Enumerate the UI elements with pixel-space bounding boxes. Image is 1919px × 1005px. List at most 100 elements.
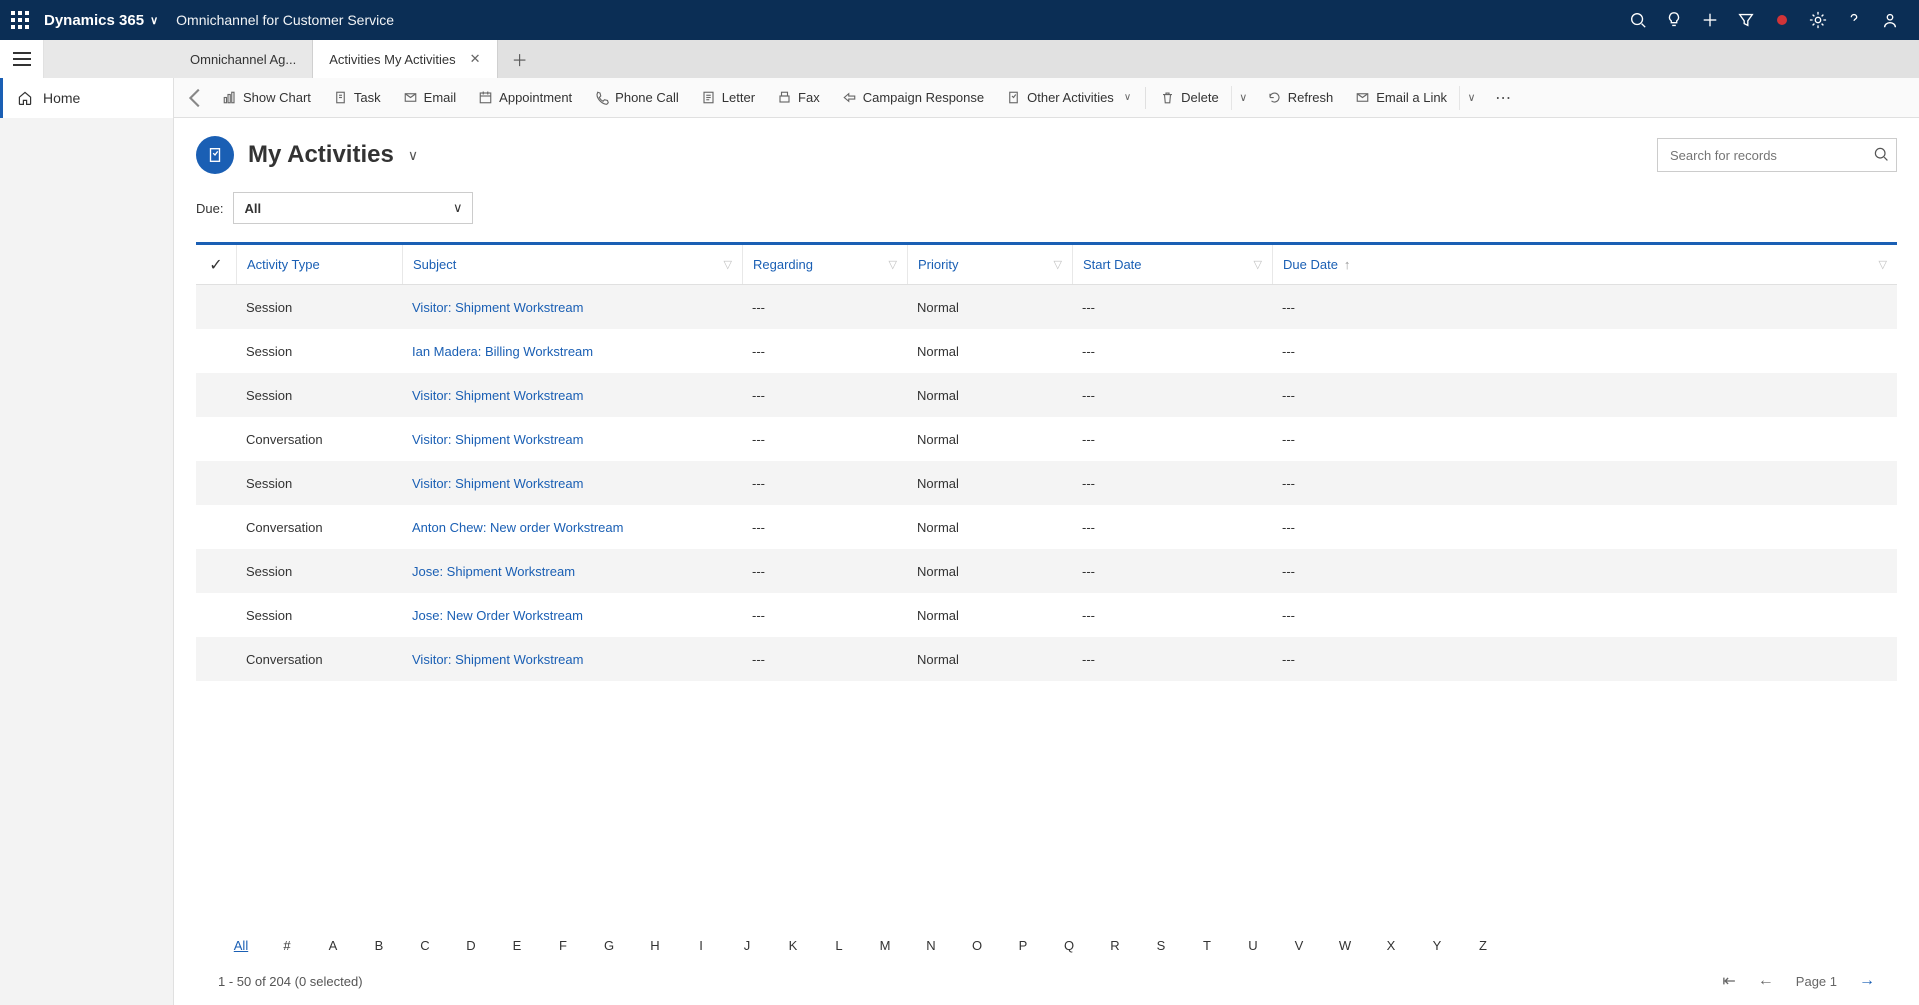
alpha-filter-e[interactable]: E xyxy=(494,938,540,953)
alpha-filter-s[interactable]: S xyxy=(1138,938,1184,953)
view-selector-chevron-icon[interactable]: ∨ xyxy=(408,147,418,164)
alpha-filter-t[interactable]: T xyxy=(1184,938,1230,953)
other-activities-button[interactable]: Other Activities∨ xyxy=(996,82,1141,114)
tab-activities[interactable]: Activities My Activities ✕ xyxy=(313,40,497,78)
email-button[interactable]: Email xyxy=(393,82,467,114)
alpha-filter-c[interactable]: C xyxy=(402,938,448,953)
filter-icon[interactable]: ▽ xyxy=(889,258,897,271)
alpha-filter-l[interactable]: L xyxy=(816,938,862,953)
subject-link[interactable]: Visitor: Shipment Workstream xyxy=(412,652,583,667)
search-icon[interactable] xyxy=(1873,146,1889,165)
table-row[interactable]: ConversationVisitor: Shipment Workstream… xyxy=(196,637,1897,681)
alpha-filter-z[interactable]: Z xyxy=(1460,938,1506,953)
alpha-filter-n[interactable]: N xyxy=(908,938,954,953)
subject-link[interactable]: Jose: Shipment Workstream xyxy=(412,564,575,579)
help-icon[interactable] xyxy=(1845,11,1863,29)
command-bar: Show Chart Task Email Appointment Phone … xyxy=(174,78,1919,118)
table-row[interactable]: SessionIan Madera: Billing Workstream---… xyxy=(196,329,1897,373)
tab-omnichannel-agent[interactable]: Omnichannel Ag... xyxy=(174,40,313,78)
lightbulb-icon[interactable] xyxy=(1665,11,1683,29)
delete-button[interactable]: Delete xyxy=(1150,82,1229,114)
subject-link[interactable]: Anton Chew: New order Workstream xyxy=(412,520,623,535)
subject-link[interactable]: Jose: New Order Workstream xyxy=(412,608,583,623)
back-button[interactable] xyxy=(182,84,210,112)
subject-link[interactable]: Visitor: Shipment Workstream xyxy=(412,476,583,491)
prev-page-button[interactable]: ← xyxy=(1758,972,1774,990)
app-launcher-icon[interactable] xyxy=(8,8,32,32)
alpha-filter-m[interactable]: M xyxy=(862,938,908,953)
alpha-filter-v[interactable]: V xyxy=(1276,938,1322,953)
sort-asc-icon[interactable]: ↑ xyxy=(1344,257,1351,272)
subject-link[interactable]: Visitor: Shipment Workstream xyxy=(412,388,583,403)
alpha-filter-h[interactable]: H xyxy=(632,938,678,953)
alpha-filter-u[interactable]: U xyxy=(1230,938,1276,953)
alpha-filter-f[interactable]: F xyxy=(540,938,586,953)
letter-button[interactable]: Letter xyxy=(691,82,765,114)
user-profile-icon[interactable] xyxy=(1881,11,1899,29)
col-subject[interactable]: Subject▽ xyxy=(402,245,742,284)
search-records-input[interactable] xyxy=(1657,138,1897,172)
table-row[interactable]: SessionJose: New Order Workstream---Norm… xyxy=(196,593,1897,637)
col-due-date[interactable]: Due Date↑▽ xyxy=(1272,245,1897,284)
nav-item-home[interactable]: Home xyxy=(0,78,173,118)
alpha-filter-k[interactable]: K xyxy=(770,938,816,953)
task-button[interactable]: Task xyxy=(323,82,391,114)
alpha-filter-all[interactable]: All xyxy=(218,938,264,953)
filter-icon[interactable]: ▽ xyxy=(1054,258,1062,271)
alpha-filter-j[interactable]: J xyxy=(724,938,770,953)
recording-indicator-icon[interactable] xyxy=(1773,11,1791,29)
refresh-button[interactable]: Refresh xyxy=(1257,82,1344,114)
brand-switcher[interactable]: Dynamics 365 ∨ xyxy=(44,12,158,29)
appointment-button[interactable]: Appointment xyxy=(468,82,582,114)
alpha-filter-p[interactable]: P xyxy=(1000,938,1046,953)
alpha-filter-i[interactable]: I xyxy=(678,938,724,953)
col-priority[interactable]: Priority▽ xyxy=(907,245,1072,284)
col-start-date[interactable]: Start Date▽ xyxy=(1072,245,1272,284)
alpha-filter-b[interactable]: B xyxy=(356,938,402,953)
table-row[interactable]: SessionVisitor: Shipment Workstream---No… xyxy=(196,373,1897,417)
fax-button[interactable]: Fax xyxy=(767,82,830,114)
show-chart-button[interactable]: Show Chart xyxy=(212,82,321,114)
email-a-link-button[interactable]: Email a Link xyxy=(1345,82,1457,114)
col-activity-type[interactable]: Activity Type xyxy=(236,245,402,284)
select-all-checkbox[interactable]: ✓ xyxy=(196,255,236,275)
add-tab-button[interactable]: ＋ xyxy=(498,40,542,78)
col-regarding[interactable]: Regarding▽ xyxy=(742,245,907,284)
campaign-response-button[interactable]: Campaign Response xyxy=(832,82,994,114)
delete-split-button[interactable]: ∨ xyxy=(1231,86,1255,110)
alpha-filter-x[interactable]: X xyxy=(1368,938,1414,953)
alpha-filter-y[interactable]: Y xyxy=(1414,938,1460,953)
more-commands-button[interactable]: ⋯ xyxy=(1485,88,1523,108)
add-icon[interactable] xyxy=(1701,11,1719,29)
table-row[interactable]: SessionJose: Shipment Workstream---Norma… xyxy=(196,549,1897,593)
filter-icon[interactable] xyxy=(1737,11,1755,29)
subject-link[interactable]: Visitor: Shipment Workstream xyxy=(412,300,583,315)
email-link-split-button[interactable]: ∨ xyxy=(1459,86,1483,110)
next-page-button[interactable]: → xyxy=(1859,972,1875,990)
subject-link[interactable]: Visitor: Shipment Workstream xyxy=(412,432,583,447)
filter-icon[interactable]: ▽ xyxy=(724,258,732,271)
first-page-button[interactable]: ⇤ xyxy=(1722,971,1735,991)
alpha-filter-#[interactable]: # xyxy=(264,938,310,953)
hamburger-menu-icon[interactable] xyxy=(13,52,31,66)
search-records-box[interactable] xyxy=(1657,138,1897,172)
settings-gear-icon[interactable] xyxy=(1809,11,1827,29)
alpha-filter-w[interactable]: W xyxy=(1322,938,1368,953)
phone-call-button[interactable]: Phone Call xyxy=(584,82,689,114)
alpha-filter-d[interactable]: D xyxy=(448,938,494,953)
table-row[interactable]: ConversationVisitor: Shipment Workstream… xyxy=(196,417,1897,461)
alpha-filter-g[interactable]: G xyxy=(586,938,632,953)
filter-icon[interactable]: ▽ xyxy=(1879,258,1887,271)
alpha-filter-r[interactable]: R xyxy=(1092,938,1138,953)
filter-icon[interactable]: ▽ xyxy=(1254,258,1262,271)
alpha-filter-a[interactable]: A xyxy=(310,938,356,953)
table-row[interactable]: SessionVisitor: Shipment Workstream---No… xyxy=(196,461,1897,505)
close-icon[interactable]: ✕ xyxy=(470,51,481,67)
table-row[interactable]: ConversationAnton Chew: New order Workst… xyxy=(196,505,1897,549)
search-icon[interactable] xyxy=(1629,11,1647,29)
table-row[interactable]: SessionVisitor: Shipment Workstream---No… xyxy=(196,285,1897,329)
alpha-filter-o[interactable]: O xyxy=(954,938,1000,953)
subject-link[interactable]: Ian Madera: Billing Workstream xyxy=(412,344,593,359)
due-select[interactable]: All ∨ xyxy=(233,192,473,224)
alpha-filter-q[interactable]: Q xyxy=(1046,938,1092,953)
